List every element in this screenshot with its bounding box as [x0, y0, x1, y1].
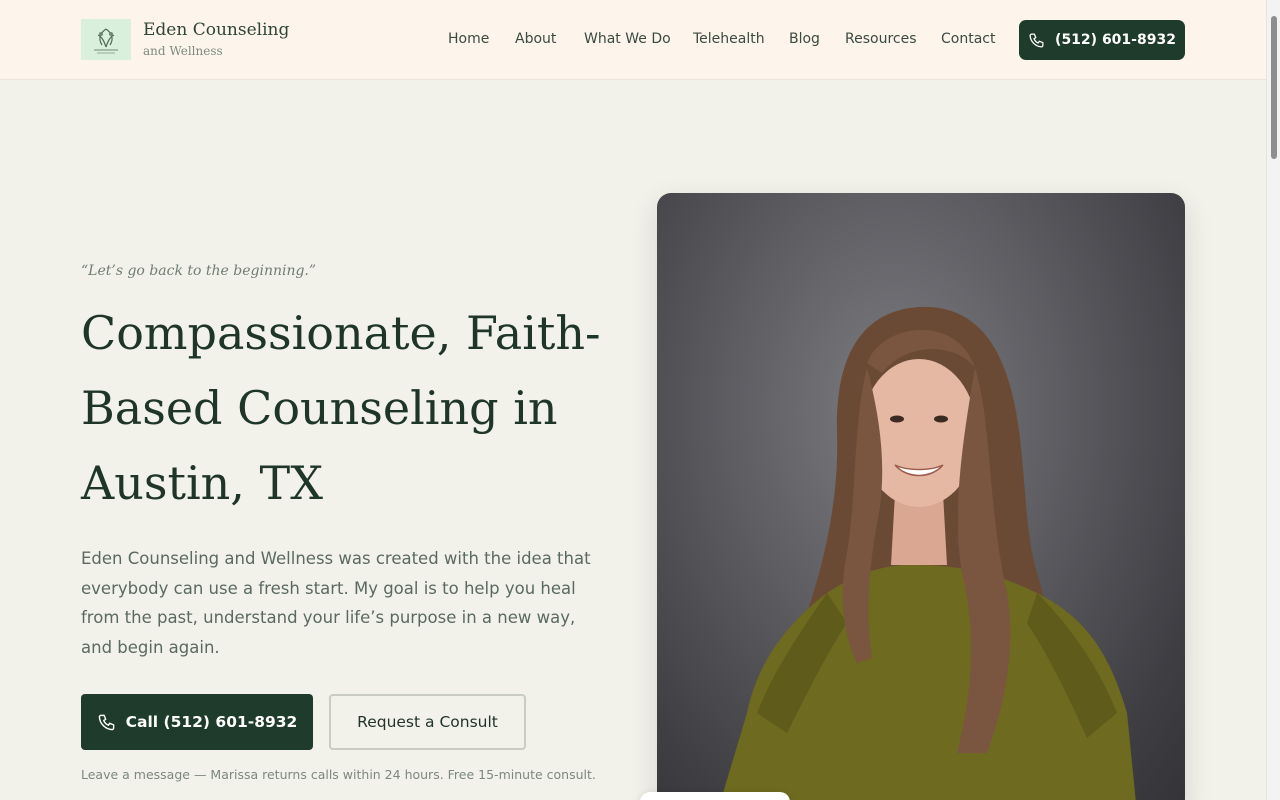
- nav-contact[interactable]: Contact: [941, 31, 995, 47]
- phone-icon: [98, 714, 114, 730]
- consult-button-label: Request a Consult: [357, 713, 498, 731]
- nav-about[interactable]: About: [515, 31, 556, 47]
- nav-resources[interactable]: Resources: [845, 31, 917, 47]
- nav-home[interactable]: Home: [448, 31, 489, 47]
- headline-line-3: Austin, TX: [81, 456, 323, 510]
- hero-quote: “Let’s go back to the beginning.”: [81, 263, 317, 279]
- headline-line-1: Compassionate, Faith-: [81, 306, 601, 360]
- callback-note: Leave a message — Marissa returns calls …: [81, 767, 596, 782]
- scrollbar-thumb[interactable]: [1271, 16, 1277, 159]
- call-button-label: Call (512) 601-8932: [125, 713, 298, 731]
- page-scrollbar[interactable]: [1266, 0, 1280, 800]
- site-header: Eden Counseling and Wellness Home About …: [0, 0, 1266, 80]
- hero-headline: Compassionate, Faith- Based Counseling i…: [81, 296, 641, 521]
- nav-telehealth[interactable]: Telehealth: [693, 31, 765, 47]
- nav-what-we-do[interactable]: What We Do: [584, 31, 671, 47]
- request-consult-button[interactable]: Request a Consult: [329, 694, 526, 750]
- header-phone-label: (512) 601-8932: [1055, 32, 1176, 48]
- phone-icon: [1029, 32, 1044, 48]
- brand-subtitle: and Wellness: [143, 44, 223, 58]
- hero-description: Eden Counseling and Wellness was created…: [81, 549, 591, 657]
- brand-name[interactable]: Eden Counseling: [143, 20, 289, 40]
- floating-badge: [640, 792, 790, 800]
- nav-blog[interactable]: Blog: [789, 31, 820, 47]
- therapist-portrait: [657, 193, 1185, 800]
- leaf-logo-icon[interactable]: [81, 19, 131, 60]
- headline-line-2: Based Counseling in: [81, 381, 558, 435]
- call-button[interactable]: Call (512) 601-8932: [81, 694, 313, 750]
- header-phone-button[interactable]: (512) 601-8932: [1019, 20, 1185, 60]
